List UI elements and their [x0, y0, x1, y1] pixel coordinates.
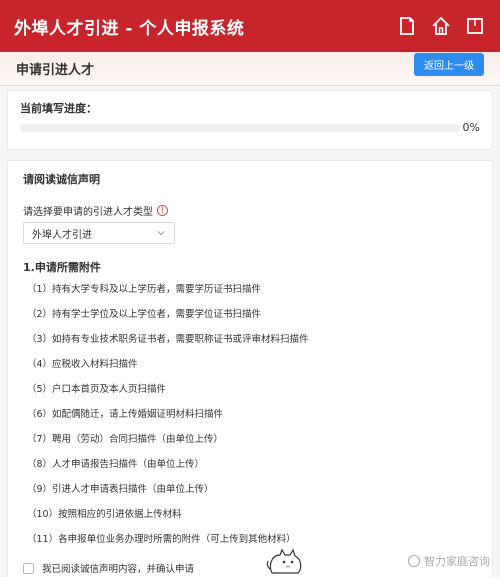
attachments-title: 1.申请所需附件 — [23, 261, 101, 274]
confirm-label: 我已阅读诚信声明内容，并确认申请 — [42, 564, 195, 575]
list-item: （8）人才申请报告扫描件（由单位上传） — [27, 459, 205, 470]
window-icon[interactable] — [464, 15, 486, 37]
list-item: （7）聘用（劳动）合同扫描件（由单位上传） — [27, 434, 224, 445]
declaration-card: 请阅读诚信声明 请选择要申请的引进人才类型 ! 外埠人才引进 1.申请所需附件 … — [7, 160, 493, 577]
talent-type-label: 请选择要申请的引进人才类型 ! — [23, 203, 168, 218]
attachments-list: （1）持有大学专科及以上学历者，需要学历证书扫描件 （2）持有学士学位及以上学位… — [27, 277, 309, 552]
progress-value: 0% — [462, 121, 480, 134]
list-item: （3）如持有专业技术职务证书者，需要职称证书或评审材料扫描件 — [27, 334, 309, 345]
list-item: （6）如配偶随迁，请上传婚姻证明材料扫描件 — [27, 409, 224, 420]
progress-card: 当前填写进度： 0% — [7, 90, 493, 150]
watermark-text: 智力家庭咨询 — [424, 555, 490, 568]
page-title: 申请引进人才 — [16, 63, 95, 78]
talent-type-label-text: 请选择要申请的引进人才类型 — [23, 207, 153, 218]
cat-sticker-icon — [266, 548, 302, 574]
talent-type-value: 外埠人才引进 — [32, 229, 92, 241]
confirm-checkbox[interactable] — [23, 562, 34, 574]
watermark-logo-icon — [408, 555, 420, 567]
list-item: （4）应税收入材料扫描件 — [27, 359, 138, 370]
document-icon[interactable] — [396, 15, 418, 37]
top-bar: 外埠人才引进 - 个人申报系统 — [0, 0, 500, 52]
list-item: （2）持有学士学位及以上学位者，需要学位证书扫描件 — [27, 309, 262, 320]
app-title: 外埠人才引进 - 个人申报系统 — [14, 18, 245, 39]
section-title: 请阅读诚信声明 — [23, 173, 100, 186]
progress-bar — [20, 124, 460, 132]
progress-label: 当前填写进度： — [20, 102, 97, 115]
list-item: （10）按照相应的引进依据上传材料 — [27, 509, 182, 520]
chevron-down-icon — [157, 231, 165, 236]
confirm-row[interactable]: 我已阅读诚信声明内容，并确认申请 — [23, 561, 194, 575]
watermark: 智力家庭咨询 — [408, 553, 490, 569]
list-item: （1）持有大学专科及以上学历者，需要学历证书扫描件 — [27, 284, 262, 295]
back-button[interactable]: 返回上一级 — [414, 53, 484, 76]
page-header: 申请引进人才 返回上一级 — [0, 52, 500, 86]
list-item: （9）引进人才申请表扫描件（由单位上传） — [27, 484, 214, 495]
talent-type-select[interactable]: 外埠人才引进 — [23, 222, 175, 244]
info-icon: ! — [157, 205, 168, 216]
list-item: （5）户口本首页及本人页扫描件 — [27, 384, 167, 395]
home-icon[interactable] — [430, 15, 452, 37]
